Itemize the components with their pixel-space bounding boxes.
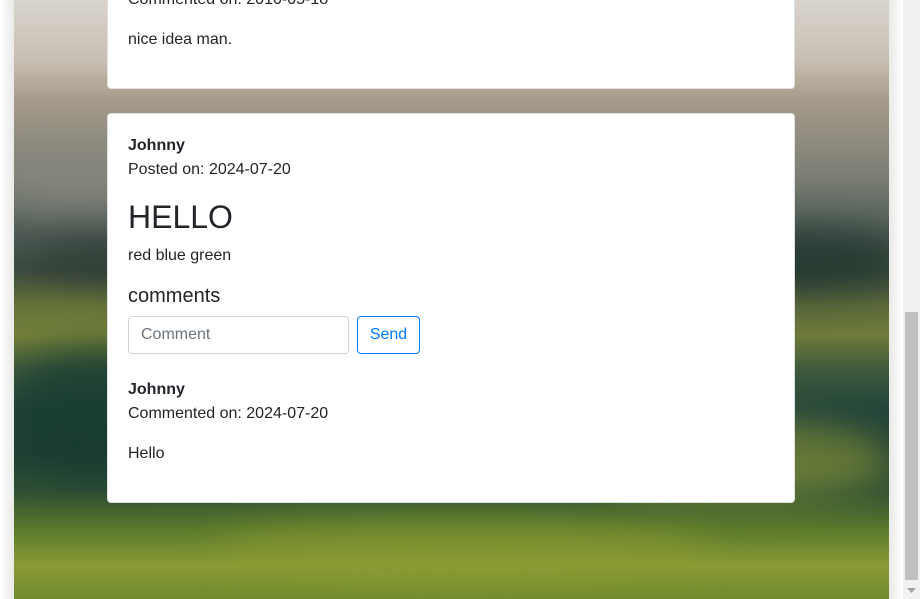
comment-text: nice idea man. (128, 31, 233, 48)
comment-text: Hello (128, 445, 165, 462)
scrollbar-thumb[interactable] (905, 312, 918, 580)
send-button[interactable]: Send (357, 316, 420, 354)
comments-heading: comments (128, 285, 221, 307)
page-viewport: Commented on: 2010-05-18 nice idea man. … (0, 0, 903, 599)
comment-date: Commented on: 2024-07-20 (128, 405, 329, 422)
post-date: Posted on: 2024-07-20 (128, 161, 291, 178)
post-card: Johnny Posted on: 2024-07-20 HELLO red b… (107, 113, 795, 503)
post-title: HELLO (128, 199, 233, 235)
comment-author: Johnny (128, 381, 185, 398)
page-left-margin (0, 0, 14, 599)
previous-post-card: Commented on: 2010-05-18 nice idea man. (107, 0, 795, 89)
triangle-down-icon (907, 587, 916, 593)
page-right-margin (889, 0, 903, 599)
comment-input[interactable] (128, 316, 349, 354)
post-body: red blue green (128, 247, 232, 264)
scroll-down-button[interactable] (903, 582, 920, 599)
post-author: Johnny (128, 137, 185, 154)
comment-date: Commented on: 2010-05-18 (128, 0, 328, 10)
